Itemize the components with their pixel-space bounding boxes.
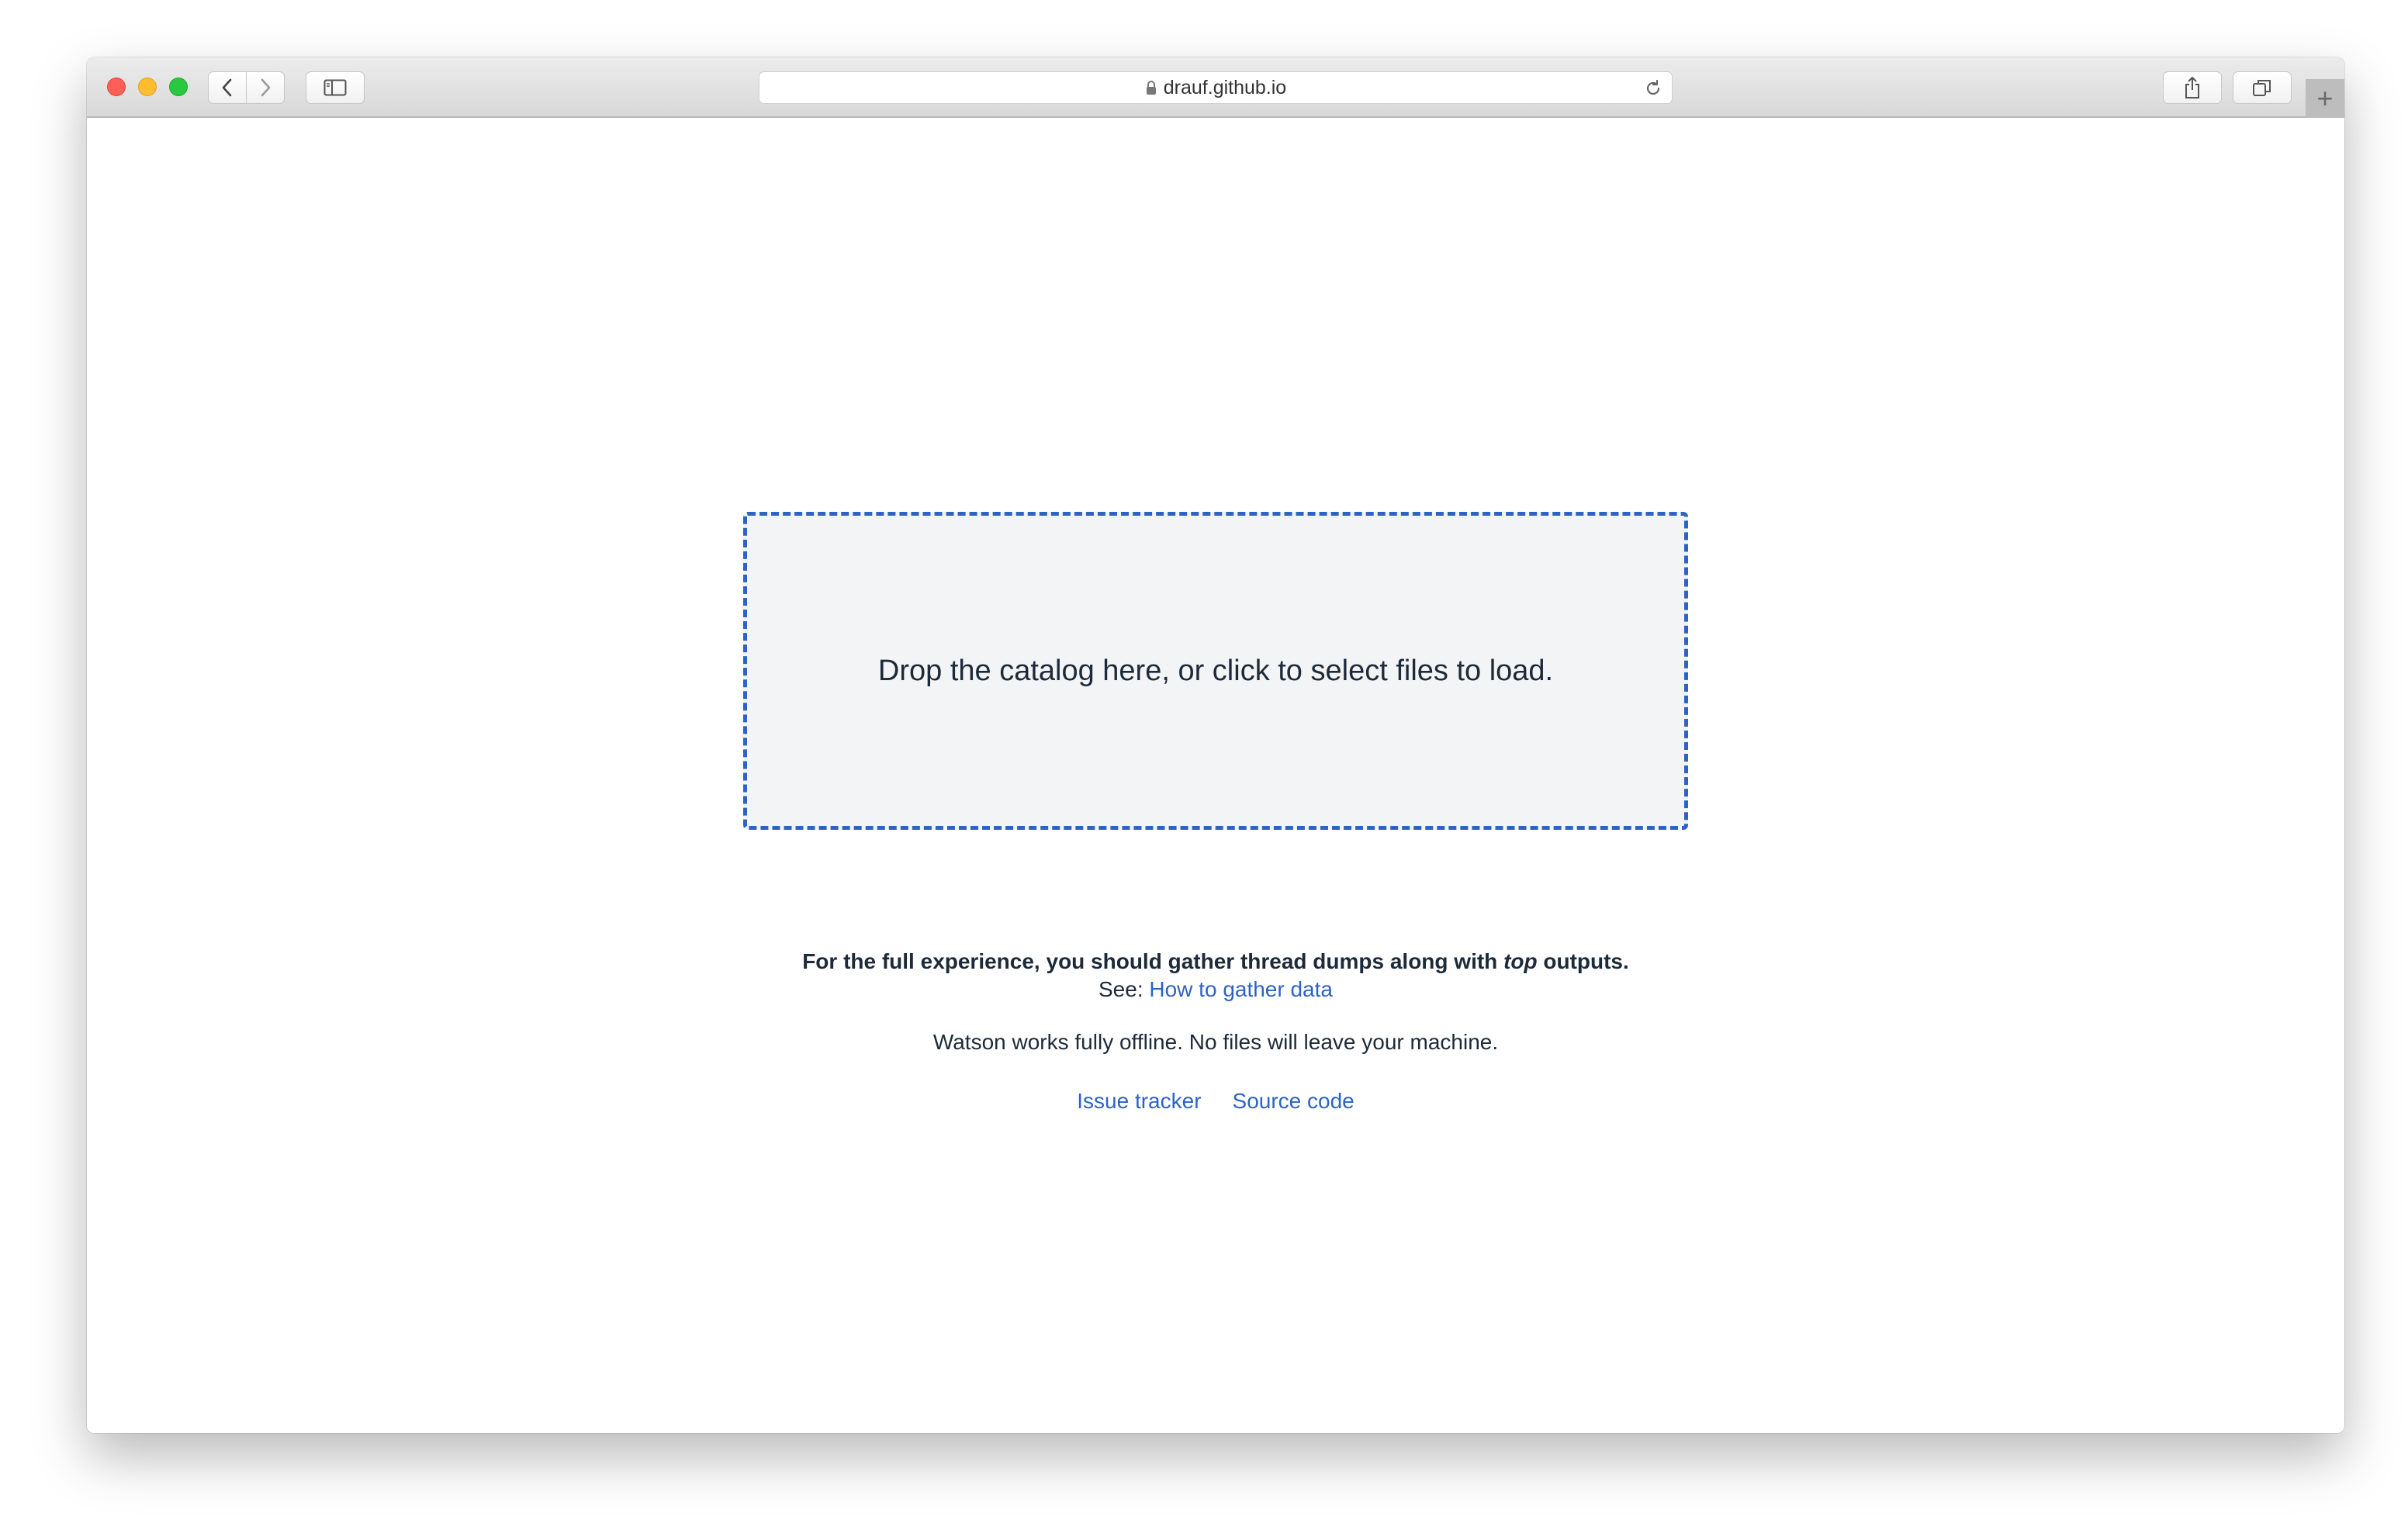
- note-suffix: outputs.: [1537, 949, 1629, 973]
- chevron-right-icon: [261, 78, 271, 97]
- page-content: Drop the catalog here, or click to selec…: [87, 118, 2344, 1433]
- sidebar-toggle-button[interactable]: [306, 71, 365, 104]
- address-text: drauf.github.io: [1163, 76, 1287, 98]
- close-window-button[interactable]: [107, 78, 126, 96]
- source-code-link[interactable]: Source code: [1233, 1089, 1354, 1113]
- footer-links: Issue tracker Source code: [87, 1089, 2344, 1114]
- share-icon: [2185, 77, 2199, 98]
- minimize-window-button[interactable]: [138, 78, 157, 96]
- chevron-left-icon: [222, 78, 232, 97]
- tabs-icon: [2253, 80, 2271, 96]
- thread-dump-note: For the full experience, you should gath…: [87, 949, 2344, 974]
- maximize-window-button[interactable]: [169, 78, 188, 96]
- note-prefix: For the full experience, you should gath…: [802, 949, 1504, 973]
- dropzone-label: Drop the catalog here, or click to selec…: [877, 654, 1554, 687]
- offline-notice: Watson works fully offline. No files wil…: [932, 1030, 1499, 1054]
- issue-tracker-link[interactable]: Issue tracker: [1077, 1089, 1201, 1113]
- back-button[interactable]: [208, 71, 247, 104]
- forward-button[interactable]: [246, 71, 285, 104]
- see-prefix: See:: [1098, 977, 1150, 1001]
- new-tab-button[interactable]: +: [2306, 79, 2344, 118]
- reload-icon[interactable]: [1642, 78, 1664, 99]
- share-button[interactable]: [2163, 71, 2222, 104]
- tabs-overview-button[interactable]: [2233, 71, 2292, 104]
- how-to-gather-data-link[interactable]: How to gather data: [1149, 977, 1333, 1001]
- browser-toolbar: drauf.github.io +: [87, 57, 2344, 118]
- file-dropzone[interactable]: Drop the catalog here, or click to selec…: [743, 512, 1688, 830]
- address-bar[interactable]: drauf.github.io: [759, 71, 1673, 104]
- sidebar-icon: [323, 79, 347, 96]
- note-emphasis: top: [1503, 949, 1538, 973]
- plus-icon: +: [2316, 82, 2334, 114]
- lock-icon: [1145, 80, 1157, 95]
- see-line: See: How to gather data: [87, 977, 2344, 1002]
- browser-window: drauf.github.io + Drop the catalog here,…: [87, 57, 2344, 1433]
